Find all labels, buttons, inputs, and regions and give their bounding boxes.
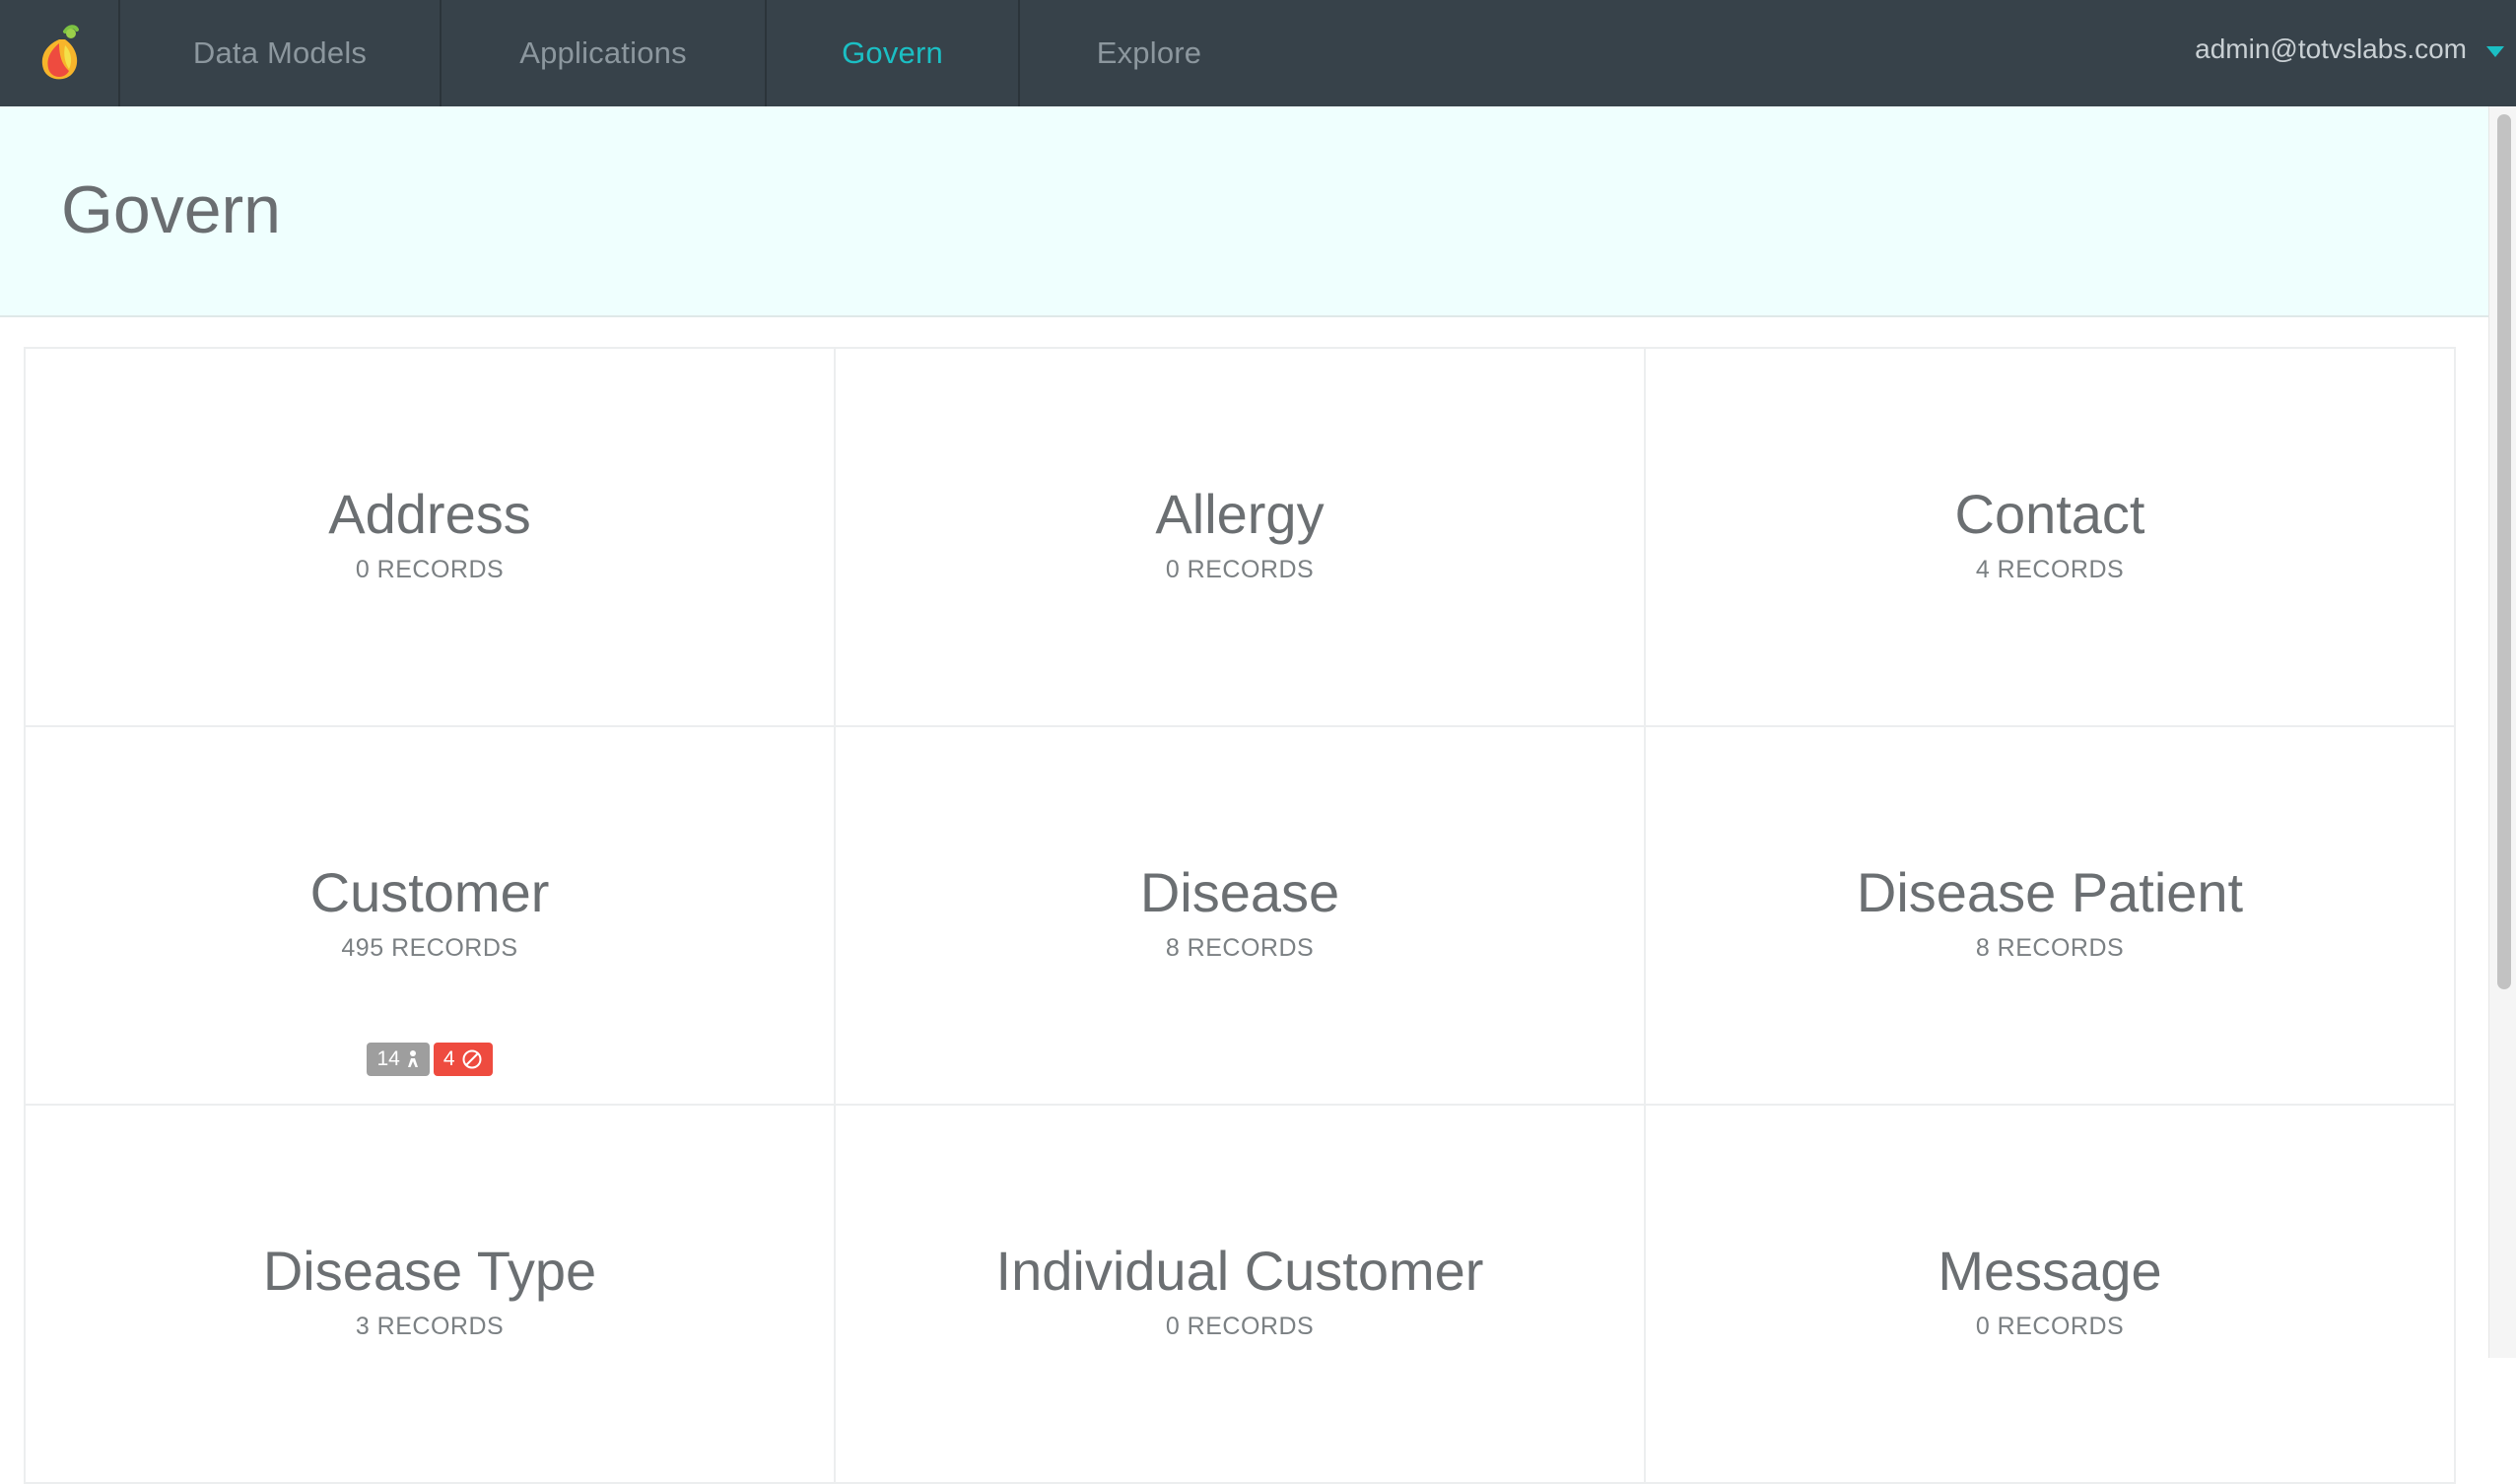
caret-down-icon	[2486, 45, 2504, 57]
entity-record-count: 0 RECORDS	[1975, 1313, 2125, 1340]
entity-card-individual-customer[interactable]: Individual Customer 0 RECORDS	[836, 1106, 1646, 1484]
merge-count-badge[interactable]: 14	[367, 1043, 430, 1076]
entity-card-disease-patient[interactable]: Disease Patient 8 RECORDS	[1646, 727, 2456, 1106]
nav-explore[interactable]: Explore	[1020, 0, 1278, 106]
app-logo[interactable]	[0, 0, 120, 106]
status-badges: 14 4	[26, 1043, 834, 1076]
entity-name: Disease	[1139, 861, 1340, 923]
entity-card-contact[interactable]: Contact 4 RECORDS	[1646, 349, 2456, 727]
entity-record-count: 3 RECORDS	[355, 1313, 505, 1340]
blocked-count: 4	[442, 1047, 455, 1070]
nav-data-models[interactable]: Data Models	[120, 0, 442, 106]
scrollbar-thumb[interactable]	[2497, 114, 2511, 989]
entity-card-disease[interactable]: Disease 8 RECORDS	[836, 727, 1646, 1106]
entity-card-address[interactable]: Address 0 RECORDS	[26, 349, 836, 727]
entity-name: Customer	[309, 861, 550, 923]
entity-name: Address	[328, 483, 531, 545]
entity-card-disease-type[interactable]: Disease Type 3 RECORDS	[26, 1106, 836, 1484]
page-title: Govern	[61, 172, 281, 247]
merge-count: 14	[376, 1047, 400, 1070]
person-merge-icon	[407, 1050, 418, 1067]
entity-grid: Address 0 RECORDS Allergy 0 RECORDS Cont…	[24, 347, 2456, 1484]
entity-name: Message	[1938, 1240, 2162, 1302]
entity-name: Allergy	[1155, 483, 1325, 545]
top-navigation-bar: Data Models Applications Govern Explore …	[0, 0, 2516, 106]
entity-name: Contact	[1954, 483, 2145, 545]
entity-record-count: 0 RECORDS	[355, 556, 505, 583]
entity-card-message[interactable]: Message 0 RECORDS	[1646, 1106, 2456, 1484]
nav-applications[interactable]: Applications	[442, 0, 767, 106]
nav-govern[interactable]: Govern	[767, 0, 1020, 106]
entity-name: Individual Customer	[995, 1240, 1484, 1302]
entity-card-customer[interactable]: Customer 495 RECORDS 14 4	[26, 727, 836, 1106]
user-email: admin@totvslabs.com	[2195, 34, 2467, 64]
entity-record-count: 8 RECORDS	[1165, 934, 1315, 962]
entity-card-allergy[interactable]: Allergy 0 RECORDS	[836, 349, 1646, 727]
entity-record-count: 495 RECORDS	[341, 934, 518, 962]
entity-record-count: 4 RECORDS	[1975, 556, 2125, 583]
entity-record-count: 0 RECORDS	[1165, 1313, 1315, 1340]
blocked-count-badge[interactable]: 4	[433, 1043, 493, 1076]
vertical-scrollbar[interactable]	[2488, 106, 2516, 1358]
logo-icon	[41, 25, 79, 80]
page-header: Govern	[0, 106, 2488, 317]
user-menu[interactable]: admin@totvslabs.com	[2195, 0, 2504, 99]
entity-record-count: 8 RECORDS	[1975, 934, 2125, 962]
entity-record-count: 0 RECORDS	[1165, 556, 1315, 583]
entity-name: Disease Patient	[1856, 861, 2244, 923]
blocked-icon	[462, 1049, 482, 1069]
entity-name: Disease Type	[262, 1240, 597, 1302]
